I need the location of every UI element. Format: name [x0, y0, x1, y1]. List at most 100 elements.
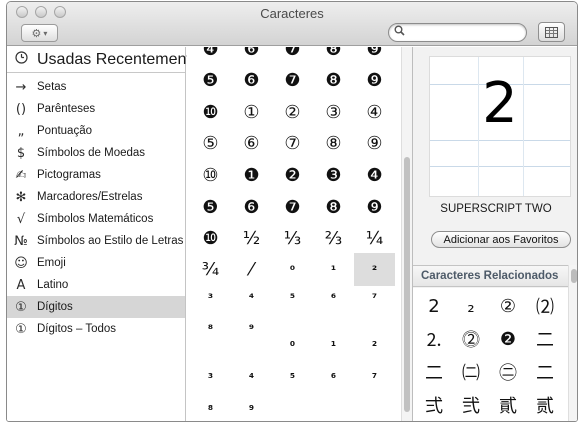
- character-cell[interactable]: ❽: [313, 64, 354, 97]
- character-cell[interactable]: ⑥: [231, 127, 272, 160]
- character-cell[interactable]: ④: [354, 96, 395, 129]
- character-cell[interactable]: ₄: [231, 357, 272, 390]
- related-character-cell[interactable]: 二: [527, 357, 563, 387]
- character-cell[interactable]: ⁶: [313, 281, 354, 314]
- chevron-down-icon: ▾: [43, 28, 48, 38]
- related-character-cell[interactable]: ②: [490, 291, 526, 321]
- related-character-cell[interactable]: ⒉: [416, 324, 452, 354]
- character-cell[interactable]: ⑩: [190, 159, 231, 192]
- character-cell[interactable]: ½: [231, 222, 272, 255]
- sidebar-item-11[interactable]: ① Dígitos – Todos: [7, 318, 185, 340]
- title-bar: Caracteres ⚙ ▾: [7, 2, 577, 46]
- related-scrollbar[interactable]: [568, 265, 577, 421]
- character-cell[interactable]: ₈: [190, 389, 231, 421]
- sidebar-item-4[interactable]: ✍ Pictogramas: [7, 164, 185, 186]
- sidebar-item-2[interactable]: „ Pontuação: [7, 120, 185, 142]
- character-grid-scrollbar[interactable]: [401, 47, 412, 421]
- sidebar-item-3[interactable]: $ Símbolos de Moedas: [7, 142, 185, 164]
- preview-glyph: 2: [482, 71, 518, 136]
- character-cell[interactable]: ₇: [354, 357, 395, 390]
- search-input[interactable]: [407, 25, 519, 40]
- character-cell[interactable]: ❼: [272, 64, 313, 97]
- related-character-cell[interactable]: 弍: [416, 390, 452, 420]
- character-cell[interactable]: ❷: [272, 159, 313, 192]
- character-cell[interactable]: ⁷: [354, 281, 395, 314]
- character-cell[interactable]: ❸: [313, 159, 354, 192]
- sidebar-item-1[interactable]: () Parênteses: [7, 98, 185, 120]
- character-grid: ❹ ❻ ❼ ❽ ❾ ❺ ❻ ❼ ❽ ❾ ❿ ① ② ③ ④ ⑤ ⑥ ⑦ ⑧ ⑨ ⑩ ❶ ❷ ❸ ❹ ❺ ❻ ❼ ❽ ❾ ❿ ½ ⅓ ⅔ ¼ ¾ ⁄ ⁰ ¹ ²…: [187, 47, 401, 421]
- sidebar-item-label: Marcadores/Estrelas: [37, 191, 143, 203]
- character-grid-button[interactable]: [538, 22, 565, 42]
- sidebar-item-10[interactable]: ① Dígitos: [7, 296, 185, 318]
- character-cell[interactable]: ⁵: [272, 281, 313, 314]
- character-cell[interactable]: ⁹: [231, 312, 272, 345]
- sidebar-item-0[interactable]: → Setas: [7, 76, 185, 98]
- character-cell[interactable]: ⅔: [313, 222, 354, 255]
- character-cell[interactable]: ₂: [354, 325, 395, 358]
- character-cell[interactable]: ⑤: [190, 127, 231, 160]
- character-cell[interactable]: ⑦: [272, 127, 313, 160]
- character-cell[interactable]: ³: [190, 281, 231, 314]
- gear-icon: ⚙: [31, 27, 42, 40]
- character-cell[interactable]: ₅: [272, 357, 313, 390]
- sidebar-item-9[interactable]: A Latino: [7, 274, 185, 296]
- related-character-cell[interactable]: ⓶: [453, 324, 489, 354]
- character-cell[interactable]: ¼: [354, 222, 395, 255]
- sidebar-item-7[interactable]: № Símbolos ao Estilo de Letras: [7, 230, 185, 252]
- related-character-cell[interactable]: 弐: [453, 390, 489, 420]
- character-cell[interactable]: ₆: [313, 357, 354, 390]
- related-character-cell[interactable]: ❷: [490, 324, 526, 354]
- asterisk-icon: ✻: [15, 189, 27, 205]
- related-character-cell[interactable]: 二: [527, 324, 563, 354]
- character-cell[interactable]: ❻: [231, 191, 272, 224]
- character-cell[interactable]: ❽: [313, 191, 354, 224]
- sidebar-item-label: Pontuação: [37, 125, 92, 137]
- character-cell[interactable]: ❻: [231, 64, 272, 97]
- character-cell[interactable]: ❺: [190, 191, 231, 224]
- character-cell[interactable]: ⅓: [272, 222, 313, 255]
- related-character-cell[interactable]: ⑵: [527, 291, 563, 321]
- character-cell[interactable]: ₁: [313, 325, 354, 358]
- latin-a-icon: A: [16, 277, 26, 293]
- character-cell[interactable]: ❹: [354, 159, 395, 192]
- sidebar-item-5[interactable]: ✻ Marcadores/Estrelas: [7, 186, 185, 208]
- window-title: Caracteres: [260, 6, 324, 21]
- clock-icon: [7, 51, 31, 68]
- character-cell[interactable]: ❺: [190, 64, 231, 97]
- character-cell[interactable]: ❿: [190, 96, 231, 129]
- sidebar-item-6[interactable]: √ Símbolos Matemáticos: [7, 208, 185, 230]
- sidebar-item-label: Latino: [37, 279, 69, 291]
- related-character-cell[interactable]: ㈡: [453, 357, 489, 387]
- related-character-cell[interactable]: 2: [416, 291, 452, 321]
- character-cell[interactable]: ③: [313, 96, 354, 129]
- character-cell[interactable]: ₃: [190, 357, 231, 390]
- character-cell[interactable]: ❾: [354, 64, 395, 97]
- related-character-cell[interactable]: 貳: [490, 390, 526, 420]
- character-cell[interactable]: ₉: [231, 389, 272, 421]
- character-cell[interactable]: ②: [272, 96, 313, 129]
- numero-icon: №: [14, 233, 28, 249]
- scrollbar-thumb[interactable]: [404, 157, 410, 412]
- related-character-cell[interactable]: 贰: [527, 390, 563, 420]
- sidebar-item-recent[interactable]: Usadas Recentemente: [7, 47, 200, 73]
- character-cell[interactable]: ❼: [272, 191, 313, 224]
- sidebar-item-8[interactable]: ☺ Emoji: [7, 252, 185, 274]
- related-character-cell[interactable]: 二: [416, 357, 452, 387]
- add-to-favorites-button[interactable]: Adicionar aos Favoritos: [431, 231, 571, 248]
- action-menu-button[interactable]: ⚙ ▾: [21, 24, 58, 42]
- character-cell[interactable]: ❾: [354, 191, 395, 224]
- character-cell[interactable]: ⁴: [231, 281, 272, 314]
- sidebar-item-label: Usadas Recentemente: [37, 50, 200, 68]
- character-cell[interactable]: ₀: [272, 325, 313, 358]
- related-character-cell[interactable]: ₂: [453, 291, 489, 321]
- scrollbar-thumb[interactable]: [571, 269, 577, 283]
- character-cell[interactable]: ①: [231, 96, 272, 129]
- character-cell[interactable]: ⑨: [354, 127, 395, 160]
- detail-pane: 2 SUPERSCRIPT TWO Adicionar aos Favorito…: [413, 47, 577, 421]
- character-cell[interactable]: ❿: [190, 222, 231, 255]
- character-cell[interactable]: ⑧: [313, 127, 354, 160]
- character-cell[interactable]: ❶: [231, 159, 272, 192]
- search-field[interactable]: [388, 23, 527, 42]
- related-character-cell[interactable]: ㊁: [490, 357, 526, 387]
- character-cell[interactable]: ⁸: [190, 312, 231, 345]
